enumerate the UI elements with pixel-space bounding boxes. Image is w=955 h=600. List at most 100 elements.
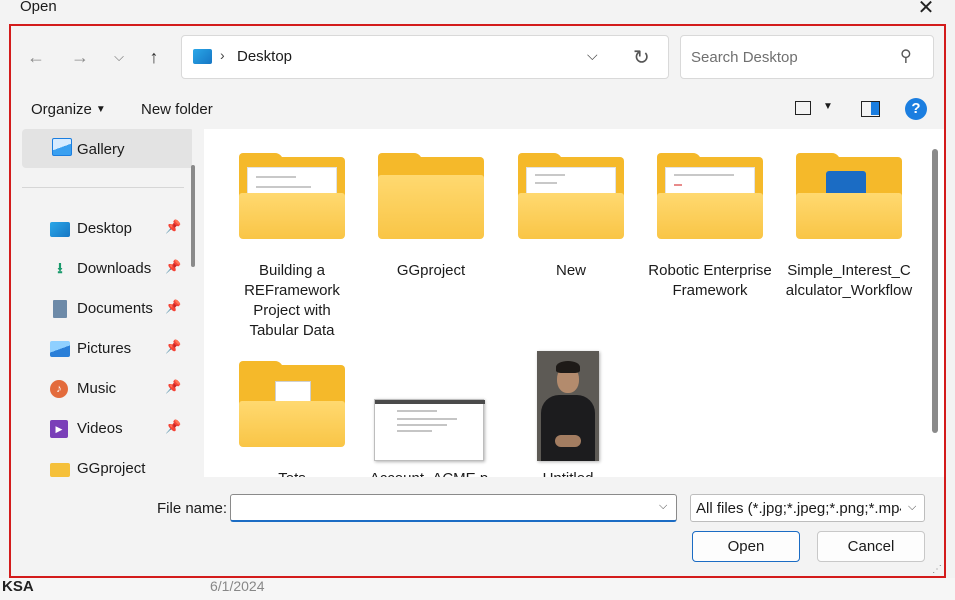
content-scrollbar[interactable] [932,149,938,433]
refresh-icon[interactable]: ↻ [633,45,650,70]
sidebar-item-music[interactable]: ♪ Music 📌 [50,378,190,402]
search-box[interactable]: ⚲ [680,35,934,79]
music-icon: ♪ [50,380,68,398]
pin-icon: 📌 [165,419,182,434]
pin-icon: 📌 [165,259,182,274]
sidebar-item-desktop[interactable]: Desktop 📌 [50,218,190,242]
folder-icon [239,361,345,447]
folder-icon [50,463,70,477]
documents-icon [53,300,67,318]
breadcrumb-separator: › [220,47,225,63]
sidebar-item-videos[interactable]: ▶ Videos 📌 [50,418,190,442]
navigation-scrollbar[interactable] [191,165,195,267]
file-name-label: File name: [157,500,228,517]
pin-icon: 📌 [165,339,182,354]
preview-line [535,174,565,176]
search-input[interactable] [691,47,891,67]
breadcrumb-desktop[interactable]: Desktop [237,48,292,65]
folder-icon [239,153,345,239]
image-thumbnail[interactable] [374,399,485,461]
sidebar-item-ggproject[interactable]: GGproject [50,458,190,477]
view-options-caret-icon[interactable]: ▼ [823,101,833,112]
folder-front [239,193,345,239]
recent-locations-icon[interactable]: ⌵ [105,43,133,71]
file-name: GGproject [396,262,466,279]
chevron-down-icon[interactable]: ⌵ [659,500,667,513]
organize-label: Organize [31,101,92,118]
new-folder-button[interactable]: New folder [141,101,213,118]
file-name: Robotic Enterprise Framework [648,262,772,299]
folder-front [378,175,484,239]
cancel-button[interactable]: Cancel [817,531,925,562]
desktop-icon [50,222,70,237]
thumbnail-titlebar [375,400,485,404]
preview-pane-icon[interactable] [861,101,880,117]
photo-hair [556,361,580,373]
organize-button[interactable]: Organize ▼ [31,101,106,118]
navigation-pane: Gallery Desktop 📌 ⭳ Downloads 📌 Document… [12,129,192,477]
forward-arrow-icon[interactable]: → [66,43,94,71]
thumbnail-line [397,418,457,420]
sidebar-item-gallery[interactable]: Gallery [22,129,192,168]
file-name: Simple_Interest_Calculator_Workflow [785,262,913,299]
help-icon[interactable]: ? [905,98,927,120]
folder-icon [378,153,484,239]
pin-icon: 📌 [165,219,182,234]
chevron-down-icon[interactable]: ⌵ [908,501,916,514]
desktop-icon [193,49,212,64]
preview-line [674,174,734,176]
thumbnail-line [397,424,447,426]
pin-icon: 📌 [165,299,182,314]
view-icon[interactable] [795,101,811,115]
open-button[interactable]: Open [692,531,800,562]
resize-grip-icon[interactable]: ⋰ [932,564,942,575]
sidebar-item-label: Downloads [77,260,152,277]
image-thumbnail[interactable] [537,351,599,461]
file-name-input[interactable] [237,499,647,517]
file-name: Untitled [503,469,633,477]
thumbnail-line [397,410,437,412]
videos-icon: ▶ [50,420,68,438]
file-name-combobox[interactable]: ⌵ [230,494,677,522]
file-name: Tets [227,469,357,477]
download-icon: ⭳ [57,260,63,277]
folder-front [239,401,345,447]
back-arrow-icon[interactable]: ← [22,43,50,71]
sidebar-item-label: Music [77,380,117,397]
bg-date: 6/1/2024 [210,578,265,594]
sidebar-item-label: Videos [77,420,123,437]
close-icon[interactable]: ✕ [914,0,938,20]
background-app-bottom: KSA 6/1/2024 [0,578,955,600]
file-view: Building a REFramework Project with Tabu… [204,129,944,477]
photo-hands [555,435,581,447]
pictures-icon [50,341,70,357]
sidebar-item-label: GGproject [77,460,146,477]
sidebar-item-label: Documents [77,300,153,317]
address-dropdown-icon[interactable]: ⌵ [587,47,598,64]
preview-line [256,176,296,178]
file-name: Account_ACME.p [364,469,494,477]
sidebar-item-downloads[interactable]: ⭳ Downloads 📌 [50,258,190,282]
pin-icon: 📌 [165,379,182,394]
search-icon[interactable]: ⚲ [900,46,912,66]
sidebar-item-documents[interactable]: Documents 📌 [50,298,190,322]
bg-country: KSA [2,578,34,595]
sidebar-item-label: Pictures [77,340,132,357]
organize-caret-icon: ▼ [95,104,106,115]
folder-front [518,193,624,239]
folder-front [796,193,902,239]
preview-line [674,184,682,186]
sidebar-item-label: Desktop [77,220,133,237]
file-name: New [555,262,586,279]
file-type-select[interactable]: All files (*.jpg;*.jpeg;*.png;*.mp4 ⌵ [690,494,925,522]
up-arrow-icon[interactable]: ↑ [140,43,168,71]
address-bar[interactable]: › Desktop ⌵ ↻ [181,35,669,79]
folder-icon [657,153,763,239]
folder-icon [796,153,902,239]
photo-body [541,395,595,461]
sidebar-item-pictures[interactable]: Pictures 📌 [50,338,190,362]
preview-line [535,182,557,184]
sidebar-divider [22,187,184,188]
sidebar-item-label: Gallery [77,141,125,158]
folder-icon [518,153,624,239]
